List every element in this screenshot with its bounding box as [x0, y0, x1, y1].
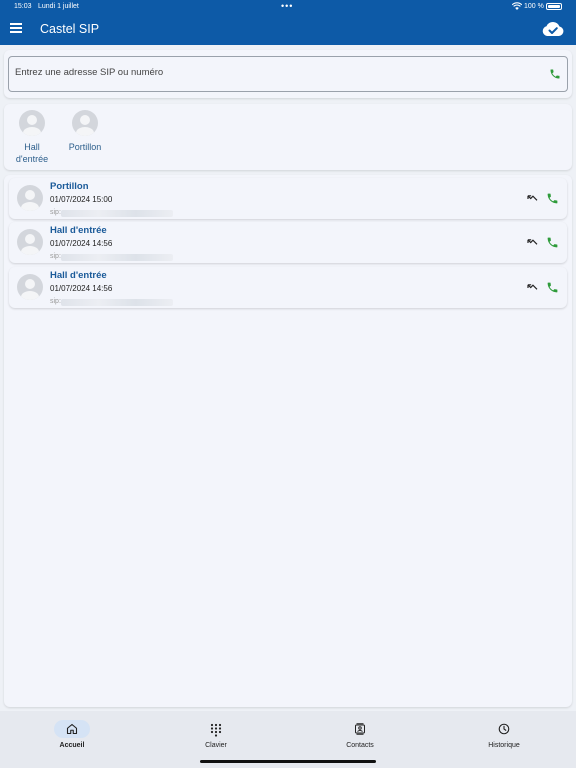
caller-name: Hall d'entrée [50, 270, 107, 281]
avatar [19, 110, 45, 136]
status-date: Lundi 1 juillet [38, 3, 79, 10]
battery-percent: 100 % [524, 3, 544, 10]
call-row[interactable]: Portillon 01/07/2024 15:00 sip: [9, 178, 567, 219]
nav-historique[interactable]: Historique [464, 720, 544, 749]
favorite-hall-entree[interactable]: Hall d'entrée [7, 110, 57, 165]
sip-address: sip: [50, 253, 61, 260]
cloud-check-icon[interactable] [541, 18, 565, 40]
call-datetime: 01/07/2024 14:56 [50, 239, 113, 248]
call-datetime: 01/07/2024 15:00 [50, 195, 113, 204]
favorite-portillon[interactable]: Portillon [60, 110, 110, 153]
phone-icon[interactable] [546, 192, 559, 205]
history-icon [486, 720, 522, 738]
nav-label: Accueil [59, 742, 85, 749]
nav-contacts[interactable]: Contacts [320, 720, 400, 749]
call-datetime: 01/07/2024 14:56 [50, 284, 113, 293]
favorite-label: Portillon [68, 142, 102, 152]
missed-call-icon [527, 284, 538, 290]
caller-name: Portillon [50, 181, 89, 192]
missed-call-icon [527, 195, 538, 201]
dialpad-icon [198, 720, 234, 738]
avatar [17, 185, 43, 211]
home-icon [54, 720, 90, 738]
missed-call-icon [527, 239, 538, 245]
avatar [17, 274, 43, 300]
menu-icon[interactable] [10, 23, 22, 35]
call-row[interactable]: Hall d'entrée 01/07/2024 14:56 sip: [9, 267, 567, 308]
caller-name: Hall d'entrée [50, 225, 107, 236]
app-bar: Castel SIP [0, 14, 576, 45]
phone-icon[interactable] [546, 281, 559, 294]
redacted-sip [61, 299, 173, 306]
nav-label: Contacts [346, 742, 374, 749]
app-title: Castel SIP [40, 22, 100, 36]
phone-icon[interactable] [546, 236, 559, 249]
sip-address: sip: [50, 298, 61, 305]
phone-icon[interactable] [549, 68, 561, 80]
nav-label: Historique [488, 742, 520, 749]
avatar [72, 110, 98, 136]
battery-icon [546, 3, 562, 10]
home-indicator[interactable] [200, 760, 376, 763]
nav-clavier[interactable]: Clavier [176, 720, 256, 749]
redacted-sip [61, 254, 173, 261]
sip-address-input[interactable] [15, 67, 535, 78]
status-bar: 15:03 Lundi 1 juillet ••• 100 % [0, 0, 576, 14]
multitask-dots[interactable]: ••• [281, 1, 293, 11]
sip-address-field[interactable] [8, 56, 568, 92]
wifi-icon [512, 2, 522, 10]
redacted-sip [61, 210, 173, 217]
avatar [17, 229, 43, 255]
nav-accueil[interactable]: Accueil [32, 720, 112, 749]
sip-address: sip: [50, 209, 61, 216]
contacts-icon [342, 720, 378, 738]
call-row[interactable]: Hall d'entrée 01/07/2024 14:56 sip: [9, 222, 567, 263]
favorite-label: Hall d'entrée [15, 142, 49, 164]
nav-label: Clavier [205, 742, 227, 749]
status-time: 15:03 [14, 3, 32, 10]
